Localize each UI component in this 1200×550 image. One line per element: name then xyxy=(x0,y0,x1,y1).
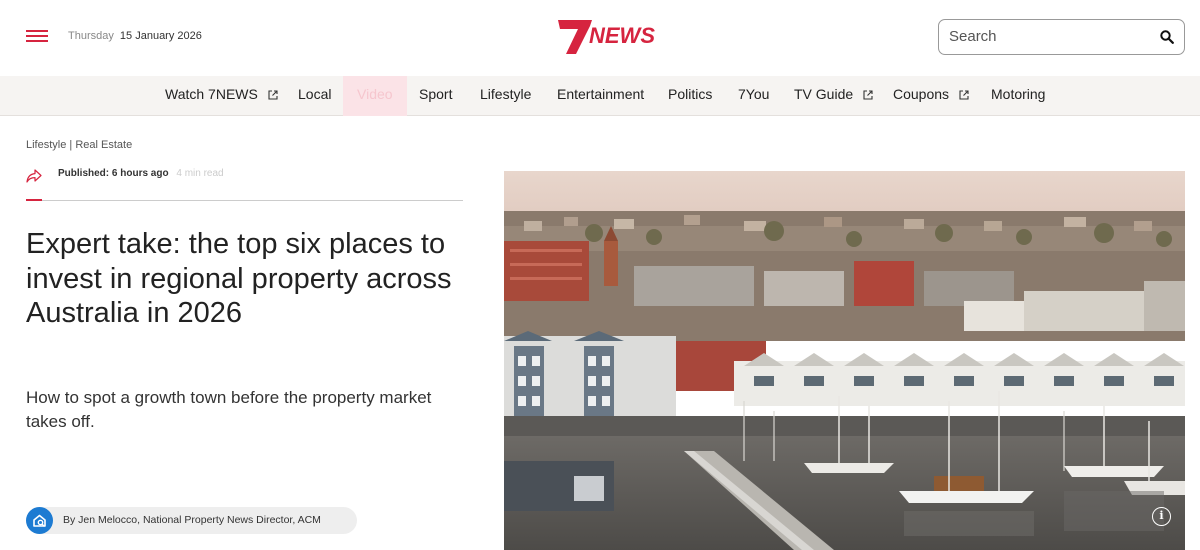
external-link-icon xyxy=(863,90,873,100)
nav-7you[interactable]: 7You xyxy=(738,76,769,116)
publish-info: Published: 6 hours ago 4 min read xyxy=(58,168,224,179)
search-input[interactable] xyxy=(949,28,1149,45)
date-weekday: Thursday xyxy=(68,30,114,42)
nav-local[interactable]: Local xyxy=(298,76,331,116)
nav-label: Motoring xyxy=(991,86,1046,102)
breadcrumb-real-estate[interactable]: Real Estate xyxy=(75,139,132,151)
menu-icon[interactable] xyxy=(26,30,48,44)
nav-video[interactable]: Video xyxy=(343,76,407,116)
site-header: Thursday 15 January 2026 NEWS xyxy=(0,0,1200,76)
published-label: Published: xyxy=(58,168,110,179)
main-nav: Watch 7NEWS Local Video Sport Lifestyle … xyxy=(0,76,1200,116)
nav-motoring[interactable]: Motoring xyxy=(991,76,1045,116)
author-avatar xyxy=(26,507,53,534)
nav-label: TV Guide xyxy=(794,86,854,102)
byline[interactable]: By Jen Melocco, National Property News D… xyxy=(26,507,357,534)
nav-label: Local xyxy=(298,86,332,102)
nav-label: Video xyxy=(357,86,393,102)
date-full: 15 January 2026 xyxy=(119,30,202,42)
nav-lifestyle[interactable]: Lifestyle xyxy=(480,76,531,116)
hero-image xyxy=(504,171,1185,550)
nav-politics[interactable]: Politics xyxy=(668,76,712,116)
search-box[interactable] xyxy=(938,19,1185,55)
nav-label: 7You xyxy=(738,86,770,102)
breadcrumb: Lifestyle | Real Estate xyxy=(26,139,132,151)
nav-label: Watch 7NEWS xyxy=(165,86,258,102)
published-time: 6 hours ago xyxy=(111,168,169,179)
publisher-icon xyxy=(33,514,46,527)
nav-coupons[interactable]: Coupons xyxy=(893,76,969,116)
logo-text: NEWS xyxy=(589,23,655,48)
read-time: 4 min read xyxy=(176,168,224,179)
share-icon[interactable] xyxy=(26,169,42,183)
nav-label: Lifestyle xyxy=(480,86,532,102)
external-link-icon xyxy=(268,90,278,100)
info-icon[interactable]: i xyxy=(1152,507,1171,526)
nav-label: Politics xyxy=(668,86,713,102)
divider xyxy=(26,200,463,201)
nav-label: Coupons xyxy=(893,86,950,102)
external-link-icon xyxy=(959,90,969,100)
nav-label: Entertainment xyxy=(557,86,645,102)
nav-label: Sport xyxy=(419,86,453,102)
breadcrumb-separator: | xyxy=(66,139,76,151)
nav-tv-guide[interactable]: TV Guide xyxy=(794,76,873,116)
7news-logo[interactable]: NEWS xyxy=(556,18,678,56)
current-date: Thursday 15 January 2026 xyxy=(68,30,202,42)
search-icon[interactable] xyxy=(1160,30,1174,44)
article-headline: Expert take: the top six places to inves… xyxy=(26,228,452,329)
nav-entertainment[interactable]: Entertainment xyxy=(557,76,644,116)
byline-text: By Jen Melocco, National Property News D… xyxy=(63,514,321,526)
breadcrumb-lifestyle[interactable]: Lifestyle xyxy=(26,139,66,151)
article-subhead: How to spot a growth town before the pro… xyxy=(26,388,432,431)
nav-sport[interactable]: Sport xyxy=(419,76,452,116)
nav-watch-7news[interactable]: Watch 7NEWS xyxy=(165,76,278,116)
divider-accent xyxy=(26,199,42,201)
harbour-town-photo xyxy=(504,171,1185,550)
